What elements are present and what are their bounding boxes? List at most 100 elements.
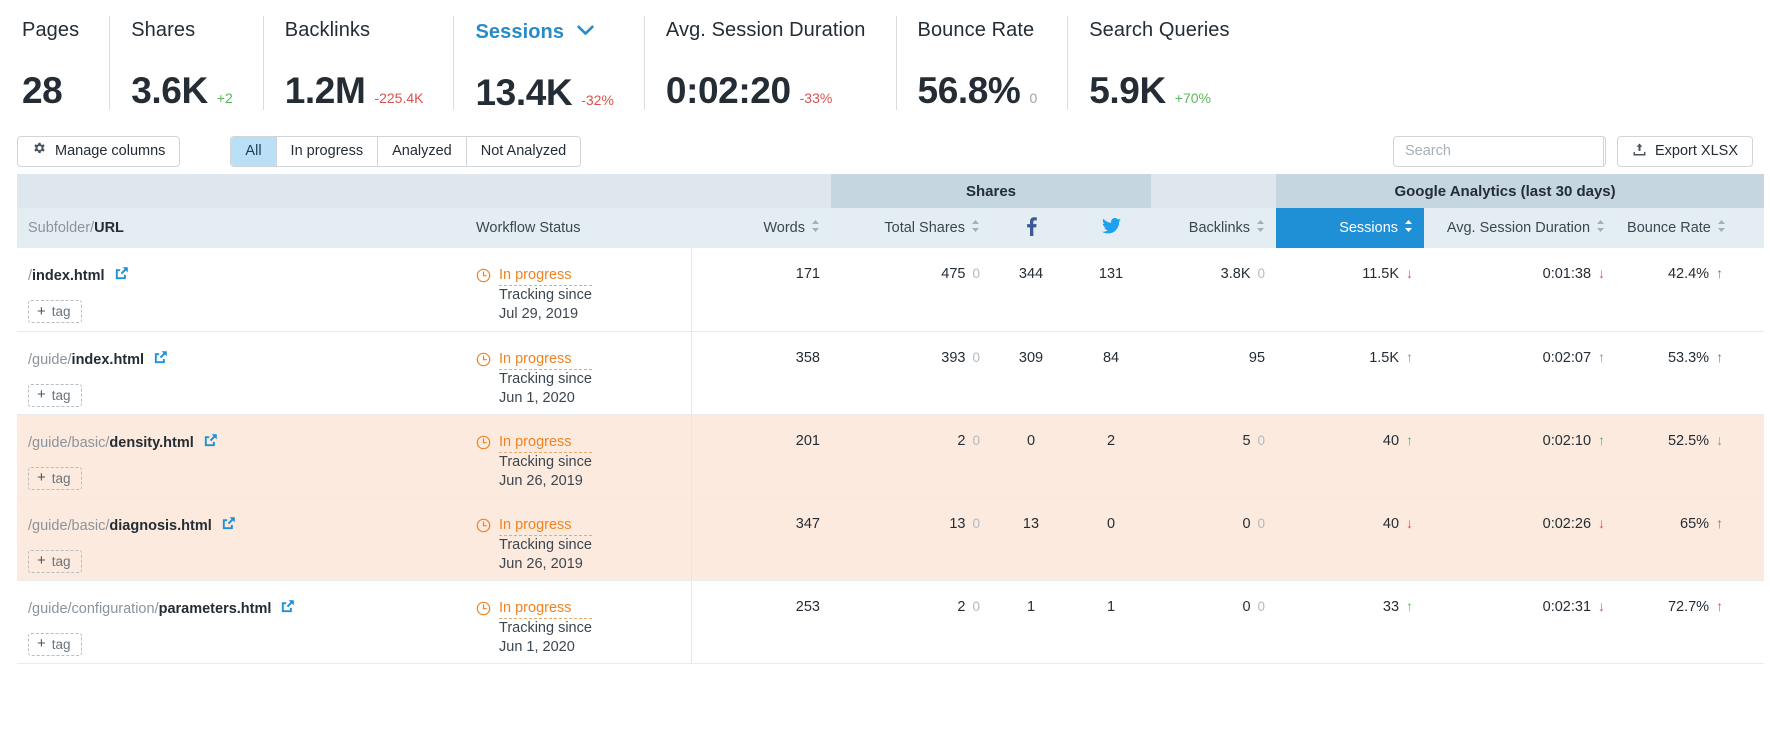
add-tag-button[interactable]: +tag bbox=[28, 300, 82, 323]
delta-zero: 0 bbox=[972, 433, 980, 448]
status-badge[interactable]: In progress bbox=[499, 266, 592, 286]
delta-zero: 0 bbox=[1258, 266, 1266, 281]
cell-workflow-status: In progress Tracking since Jun 1, 2020 bbox=[465, 580, 639, 663]
open-external-icon[interactable] bbox=[153, 350, 168, 370]
metric-label: Shares bbox=[131, 18, 233, 42]
cell-twitter-shares: 84 bbox=[1071, 331, 1151, 414]
status-badge[interactable]: In progress bbox=[499, 516, 592, 536]
backlinks-value: 95 bbox=[1249, 350, 1265, 366]
trend-arrow-icon: ↑ bbox=[1716, 599, 1723, 613]
url-path[interactable]: /guide/configuration/parameters.html bbox=[28, 600, 271, 618]
url-filename: index.html bbox=[32, 268, 105, 284]
metric-label: Avg. Session Duration bbox=[666, 18, 866, 42]
table-row[interactable]: /guide/basic/density.html +tag In progre… bbox=[17, 414, 1764, 497]
table-row[interactable]: /index.html +tag In progress Tracking si… bbox=[17, 248, 1764, 331]
column-header-bounce-rate[interactable]: Bounce Rate bbox=[1616, 208, 1734, 248]
workflow-status-text: In progress Tracking since Jul 29, 2019 bbox=[499, 266, 592, 324]
export-xlsx-label: Export XLSX bbox=[1655, 143, 1738, 159]
sort-icon[interactable] bbox=[1256, 219, 1265, 237]
url-path[interactable]: /index.html bbox=[28, 267, 105, 285]
url-line: /guide/basic/density.html bbox=[28, 433, 454, 453]
metric-search-queries[interactable]: Search Queries 5.9K +70% bbox=[1067, 10, 1259, 128]
tracking-since-date: Jun 26, 2019 bbox=[499, 472, 592, 491]
delta-zero: 0 bbox=[1258, 433, 1266, 448]
cell-words: 253 bbox=[691, 580, 831, 663]
sort-icon[interactable] bbox=[971, 219, 980, 237]
search-submit-button[interactable] bbox=[1603, 137, 1606, 166]
cell-edge bbox=[1734, 414, 1764, 497]
metric-pages[interactable]: Pages 28 bbox=[0, 10, 109, 128]
metric-value-row: 56.8% 0 bbox=[918, 71, 1038, 111]
status-badge[interactable]: In progress bbox=[499, 599, 592, 619]
column-header-backlinks[interactable]: Backlinks bbox=[1151, 208, 1276, 248]
metric-delta: +70% bbox=[1175, 90, 1211, 106]
url-path[interactable]: /guide/index.html bbox=[28, 351, 144, 369]
cell-sessions: 40 ↓ bbox=[1276, 497, 1424, 580]
total-shares-value: 2 0 bbox=[957, 599, 980, 615]
filter-not-analyzed[interactable]: Not Analyzed bbox=[467, 137, 580, 166]
metric-delta: -32% bbox=[581, 92, 614, 108]
clock-icon bbox=[476, 268, 491, 289]
table-row[interactable]: /guide/configuration/parameters.html +ta… bbox=[17, 580, 1764, 663]
metric-sessions[interactable]: Sessions 13.4K -32% bbox=[453, 10, 643, 128]
sort-icon[interactable] bbox=[1596, 219, 1605, 237]
cell-workflow-status: In progress Tracking since Jun 26, 2019 bbox=[465, 497, 639, 580]
metric-value: 56.8% bbox=[918, 71, 1021, 111]
column-header-sessions[interactable]: Sessions bbox=[1276, 208, 1424, 248]
metric-backlinks[interactable]: Backlinks 1.2M -225.4K bbox=[263, 10, 454, 128]
metric-avg-session-duration[interactable]: Avg. Session Duration 0:02:20 -33% bbox=[644, 10, 896, 128]
metric-value: 13.4K bbox=[475, 73, 572, 113]
backlinks-value: 5 0 bbox=[1242, 433, 1265, 449]
delta-zero: 0 bbox=[1258, 599, 1266, 614]
cell-facebook-shares: 13 bbox=[991, 497, 1071, 580]
column-header-twitter[interactable] bbox=[1071, 208, 1151, 248]
status-badge[interactable]: In progress bbox=[499, 433, 592, 453]
sort-icon[interactable] bbox=[1717, 219, 1726, 237]
column-header-workflow-status[interactable]: Workflow Status bbox=[465, 208, 639, 248]
metric-bounce-rate[interactable]: Bounce Rate 56.8% 0 bbox=[896, 10, 1068, 128]
status-badge[interactable]: In progress bbox=[499, 350, 592, 370]
column-header-words[interactable]: Words bbox=[691, 208, 831, 248]
column-header-facebook[interactable] bbox=[991, 208, 1071, 248]
cell-spacer bbox=[639, 497, 691, 580]
search-input[interactable] bbox=[1394, 137, 1603, 166]
column-header-total-shares[interactable]: Total Shares bbox=[831, 208, 991, 248]
sort-icon[interactable] bbox=[811, 219, 820, 237]
subfolder-url-label: Subfolder/URL bbox=[28, 220, 124, 236]
add-tag-button[interactable]: +tag bbox=[28, 550, 82, 573]
filter-analyzed[interactable]: Analyzed bbox=[378, 137, 467, 166]
table-row[interactable]: /guide/basic/diagnosis.html +tag In prog… bbox=[17, 497, 1764, 580]
url-path[interactable]: /guide/basic/diagnosis.html bbox=[28, 517, 212, 535]
plus-icon: + bbox=[37, 472, 46, 484]
sort-icon-active[interactable] bbox=[1404, 219, 1413, 237]
twitter-icon bbox=[1102, 222, 1121, 238]
trend-arrow-icon: ↑ bbox=[1406, 350, 1413, 364]
sessions-value: 40 ↓ bbox=[1383, 516, 1413, 532]
open-external-icon[interactable] bbox=[203, 433, 218, 453]
table-row[interactable]: /guide/index.html +tag In progress Track… bbox=[17, 331, 1764, 414]
export-xlsx-button[interactable]: Export XLSX bbox=[1617, 136, 1753, 167]
cell-avg-session-duration: 0:02:31 ↓ bbox=[1424, 580, 1616, 663]
url-path[interactable]: /guide/basic/density.html bbox=[28, 434, 194, 452]
filter-all[interactable]: All bbox=[231, 137, 276, 166]
column-header-avg-session-duration[interactable]: Avg. Session Duration bbox=[1424, 208, 1616, 248]
manage-columns-button[interactable]: Manage columns bbox=[17, 136, 180, 167]
column-header-subfolder-url[interactable]: Subfolder/URL bbox=[17, 208, 465, 248]
open-external-icon[interactable] bbox=[280, 599, 295, 619]
add-tag-button[interactable]: +tag bbox=[28, 633, 82, 656]
tracking-since-date: Jul 29, 2019 bbox=[499, 305, 592, 324]
open-external-icon[interactable] bbox=[114, 266, 129, 286]
plus-icon: + bbox=[37, 306, 46, 318]
open-external-icon[interactable] bbox=[221, 516, 236, 536]
add-tag-button[interactable]: +tag bbox=[28, 384, 82, 407]
filter-in-progress[interactable]: In progress bbox=[277, 137, 379, 166]
workflow-status-wrap: In progress Tracking since Jul 29, 2019 bbox=[476, 266, 628, 324]
add-tag-button[interactable]: +tag bbox=[28, 467, 82, 490]
delta-zero: 0 bbox=[972, 516, 980, 531]
chevron-down-icon[interactable] bbox=[577, 18, 594, 42]
cell-bounce-rate: 72.7% ↑ bbox=[1616, 580, 1734, 663]
workflow-status-text: In progress Tracking since Jun 26, 2019 bbox=[499, 433, 592, 491]
words-sort-wrap: Words bbox=[763, 219, 820, 237]
cell-words: 201 bbox=[691, 414, 831, 497]
metric-shares[interactable]: Shares 3.6K +2 bbox=[109, 10, 263, 128]
